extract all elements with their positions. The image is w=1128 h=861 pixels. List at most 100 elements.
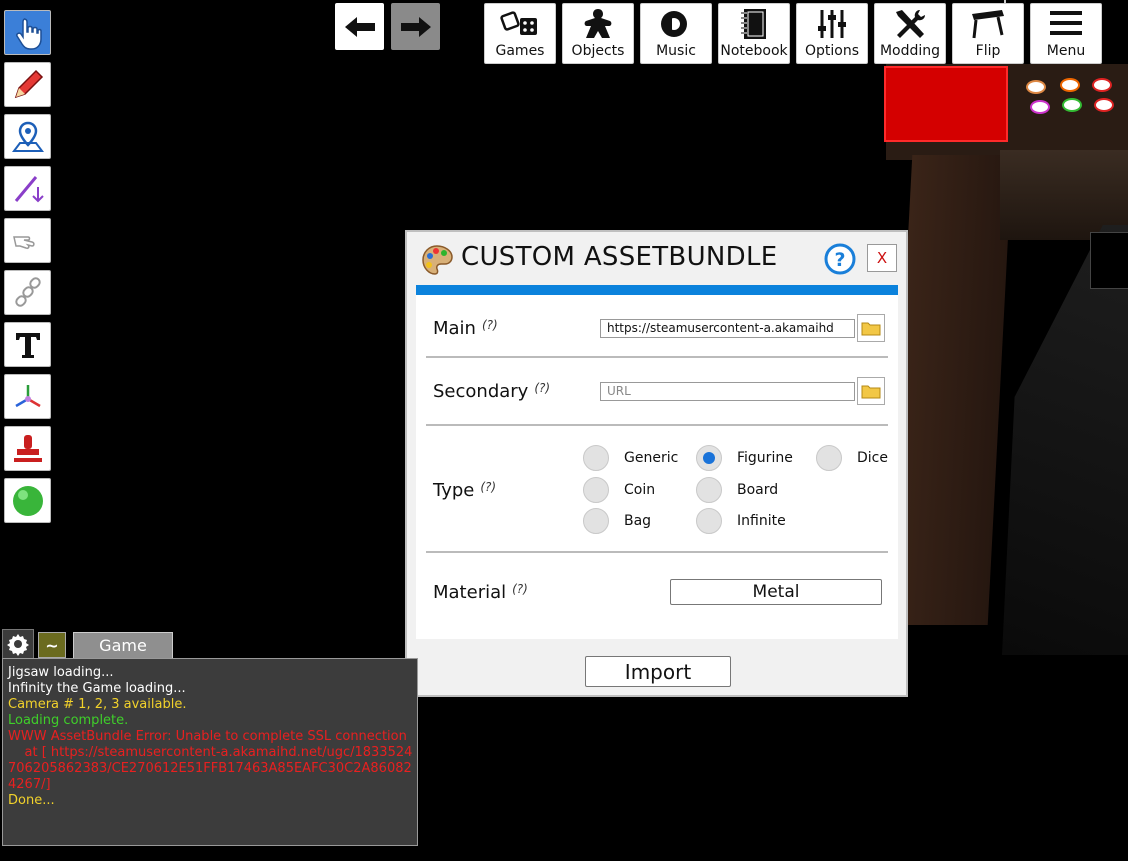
joint-tool[interactable] bbox=[4, 270, 51, 315]
main-browse-button[interactable] bbox=[857, 314, 885, 342]
console-line: WWW AssetBundle Error: Unable to complet… bbox=[8, 729, 407, 744]
main-label-text: Main bbox=[433, 318, 476, 339]
radio-circle[interactable] bbox=[696, 508, 722, 534]
notebook-icon bbox=[741, 9, 766, 39]
material-help-hint[interactable]: (?) bbox=[512, 582, 528, 596]
type-option-label: Generic bbox=[624, 450, 679, 466]
modding-label: Modding bbox=[879, 43, 941, 59]
radio-circle[interactable] bbox=[696, 445, 722, 471]
main-url-field[interactable]: https://steamusercontent-a.akamaihd bbox=[600, 319, 855, 338]
console-line: Infinity the Game loading... bbox=[8, 681, 186, 696]
sliders-icon bbox=[818, 10, 846, 38]
flip-label: Flip bbox=[975, 43, 1001, 59]
palette-icon bbox=[422, 245, 453, 275]
main-label: Main (?) bbox=[433, 318, 498, 339]
music-label: Music bbox=[656, 43, 696, 59]
console-tab-game[interactable]: Game bbox=[73, 632, 173, 658]
redo-button[interactable] bbox=[391, 3, 440, 50]
close-button[interactable]: X bbox=[867, 244, 897, 272]
console-line: Jigsaw loading... bbox=[8, 665, 114, 680]
line-tool[interactable] bbox=[4, 166, 51, 211]
tool-palette bbox=[4, 10, 53, 530]
menu-button[interactable]: Menu bbox=[1030, 3, 1102, 64]
type-option-label: Coin bbox=[624, 482, 656, 498]
tools-icon bbox=[896, 10, 925, 38]
type-radio-generic[interactable]: Generic bbox=[583, 445, 678, 471]
pin-tool[interactable] bbox=[4, 114, 51, 159]
console-line: Camera # 1, 2, 3 available. bbox=[8, 697, 187, 712]
map-pin-icon bbox=[11, 121, 44, 152]
music-button[interactable]: Music bbox=[640, 3, 712, 64]
svg-text:?: ? bbox=[834, 249, 845, 271]
stamp-icon bbox=[13, 434, 42, 462]
dialog-title: CUSTOM ASSETBUNDLE bbox=[461, 242, 778, 272]
notebook-button[interactable]: Notebook bbox=[718, 3, 790, 64]
secondary-label: Secondary (?) bbox=[433, 381, 550, 402]
stamp-tool[interactable] bbox=[4, 426, 51, 471]
material-dropdown[interactable]: Metal bbox=[670, 579, 882, 605]
hamburger-icon bbox=[1050, 11, 1082, 35]
type-radio-dice[interactable]: Dice bbox=[816, 445, 888, 471]
radio-circle[interactable] bbox=[583, 445, 609, 471]
top-menu-bar: Games Objects Music Notebook Options Mod… bbox=[484, 3, 1102, 64]
text-tool[interactable] bbox=[4, 322, 51, 367]
divider-1 bbox=[426, 356, 888, 358]
modding-button[interactable]: Modding bbox=[874, 3, 946, 64]
material-label-text: Material bbox=[433, 582, 507, 603]
type-radio-board[interactable]: Board bbox=[696, 477, 778, 503]
secondary-label-text: Secondary bbox=[433, 381, 529, 402]
console-settings-button[interactable] bbox=[2, 629, 34, 659]
flick-hand-icon bbox=[12, 235, 35, 249]
joint-chain-icon bbox=[14, 276, 41, 307]
radio-circle[interactable] bbox=[583, 508, 609, 534]
folder-icon bbox=[861, 322, 881, 336]
scene-cabinet bbox=[1002, 225, 1128, 655]
secondary-help-hint[interactable]: (?) bbox=[534, 381, 550, 395]
console-toggle-button[interactable]: ~ bbox=[38, 632, 66, 658]
title-accent-bar bbox=[416, 285, 898, 295]
spawn-tool[interactable] bbox=[4, 478, 51, 523]
flick-tool[interactable] bbox=[4, 218, 51, 263]
flip-button[interactable]: Flip bbox=[952, 3, 1024, 64]
type-option-label: Dice bbox=[857, 450, 888, 466]
material-label: Material (?) bbox=[433, 582, 528, 603]
main-help-hint[interactable]: (?) bbox=[482, 318, 498, 332]
secondary-browse-button[interactable] bbox=[857, 377, 885, 405]
divider-2 bbox=[426, 424, 888, 426]
help-icon[interactable]: ? bbox=[824, 243, 856, 275]
radio-circle[interactable] bbox=[696, 477, 722, 503]
line-arrow-icon bbox=[14, 175, 44, 202]
text-icon bbox=[15, 332, 40, 358]
objects-button[interactable]: Objects bbox=[562, 3, 634, 64]
chat-console[interactable]: Jigsaw loading... Infinity the Game loadi… bbox=[2, 658, 418, 846]
games-label: Games bbox=[495, 43, 545, 59]
divider-3 bbox=[426, 551, 888, 553]
options-button[interactable]: Options bbox=[796, 3, 868, 64]
grab-hand-icon bbox=[15, 17, 42, 50]
radio-selected-dot bbox=[703, 452, 715, 464]
type-radio-bag[interactable]: Bag bbox=[583, 508, 651, 534]
type-radio-coin[interactable]: Coin bbox=[583, 477, 655, 503]
games-button[interactable]: Games bbox=[484, 3, 556, 64]
type-radio-infinite[interactable]: Infinite bbox=[696, 508, 786, 534]
secondary-url-field[interactable]: URL bbox=[600, 382, 855, 401]
notebook-label: Notebook bbox=[720, 43, 788, 59]
type-radio-figurine[interactable]: Figurine bbox=[696, 445, 793, 471]
undo-button[interactable] bbox=[335, 3, 384, 50]
type-label: Type (?) bbox=[433, 480, 496, 501]
type-help-hint[interactable]: (?) bbox=[480, 480, 496, 494]
import-button[interactable]: Import bbox=[585, 656, 731, 687]
flip-table-icon bbox=[972, 10, 1004, 39]
draw-tool[interactable] bbox=[4, 62, 51, 107]
gizmo-tool[interactable] bbox=[4, 374, 51, 419]
green-ball-icon bbox=[12, 485, 43, 516]
grab-tool[interactable] bbox=[4, 10, 51, 55]
scene-tokens bbox=[1020, 76, 1128, 122]
type-option-label: Infinite bbox=[737, 513, 786, 529]
radio-circle[interactable] bbox=[583, 477, 609, 503]
custom-assetbundle-dialog: CUSTOM ASSETBUNDLE ? X Main (?) https://s… bbox=[405, 230, 908, 697]
gizmo-axes-icon bbox=[14, 384, 41, 407]
console-line: Loading complete. bbox=[8, 713, 129, 728]
radio-circle[interactable] bbox=[816, 445, 842, 471]
folder-icon bbox=[861, 385, 881, 399]
